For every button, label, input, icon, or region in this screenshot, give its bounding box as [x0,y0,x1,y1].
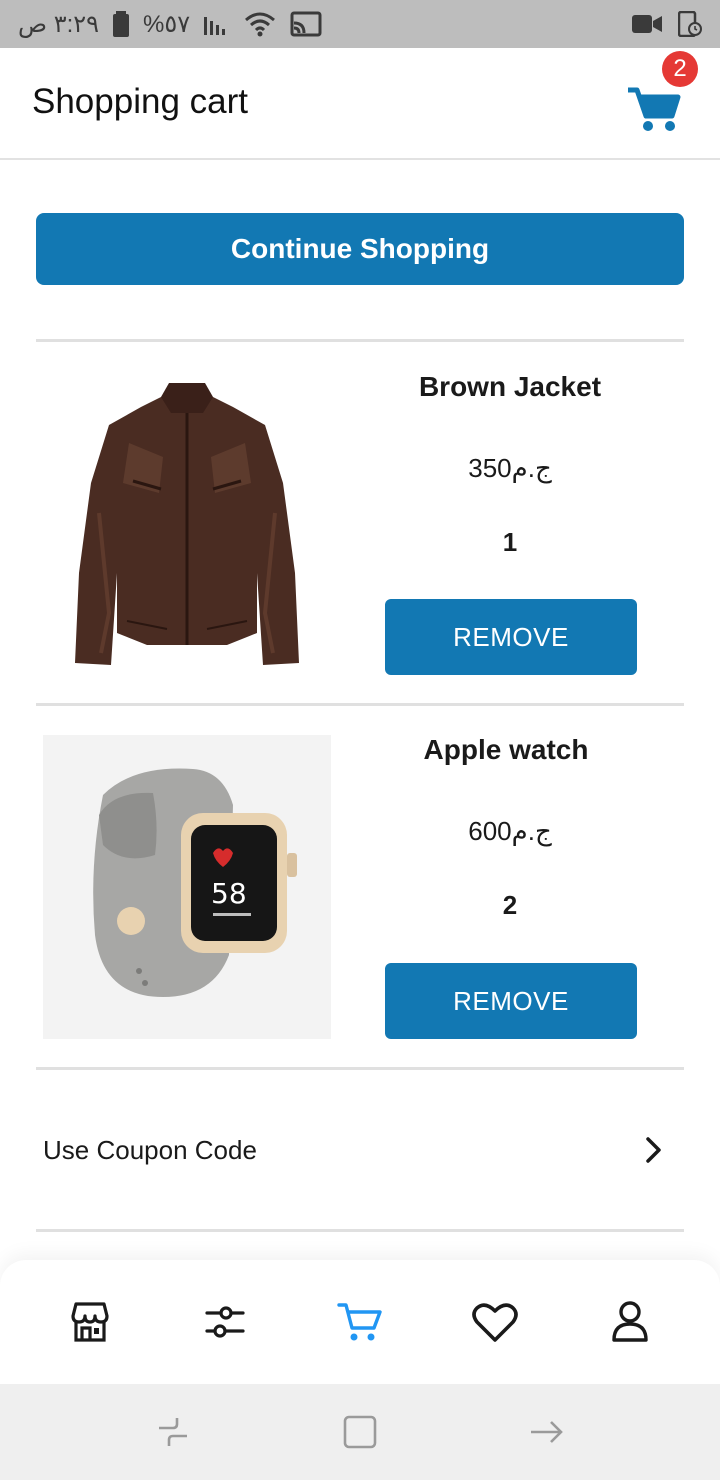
status-bar-right [632,11,702,37]
nav-store[interactable] [54,1286,126,1358]
home-icon [343,1415,377,1449]
page-title: Shopping cart [32,82,248,121]
product-name: Apple watch [423,734,589,765]
home-button[interactable] [330,1402,390,1462]
cart-icon [628,87,681,131]
product-price: 600ج.م [468,816,552,846]
nav-cart[interactable] [324,1286,396,1358]
nav-profile[interactable] [594,1286,666,1358]
remove-button[interactable]: REMOVE [385,599,637,675]
product-quantity: 2 [502,890,518,920]
system-navigation-bar [0,1384,720,1480]
bottom-navigation [0,1260,720,1384]
cart-count-badge: 2 [662,51,698,87]
status-bar-left: ٣:٢٩ ص %٥٧ [18,10,322,39]
chevron-right-icon [640,1136,668,1164]
back-icon [530,1421,563,1443]
battery-icon [113,11,130,37]
store-icon [70,1302,109,1342]
user-icon [612,1301,649,1342]
divider [36,1229,684,1232]
divider [36,339,684,342]
coupon-code-label: Use Coupon Code [43,1135,257,1165]
header-cart-button[interactable] [624,84,684,134]
video-camera-icon [632,13,662,35]
cast-icon [290,11,322,37]
product-image-apple-watch: 58 [43,735,331,1039]
cart-item: Brown Jacket 350ج.م 1 REMOVE [0,343,720,677]
heart-icon [472,1303,518,1342]
coupon-code-row[interactable]: Use Coupon Code [0,1100,720,1200]
battery-percent: %٥٧ [143,10,191,38]
cart-item: 58 Apple watch 600ج.م 2 REMOVE [0,706,720,1039]
status-time: ٣:٢٩ ص [18,10,100,38]
remove-button[interactable]: REMOVE [385,963,637,1039]
filter-sliders-icon [205,1306,245,1338]
status-bar: ٣:٢٩ ص %٥٧ [0,0,720,48]
svg-text:58: 58 [211,877,247,910]
divider [36,1067,684,1070]
screen-recorder-icon [678,11,702,37]
signal-icon [204,13,230,35]
product-quantity: 1 [502,527,518,557]
cart-icon [337,1303,382,1341]
recent-apps-icon [159,1418,188,1446]
app-bar: Shopping cart [0,48,720,160]
product-image-brown-jacket [43,373,331,677]
product-price: 350ج.م [468,453,552,483]
continue-shopping-button[interactable]: Continue Shopping [36,213,684,285]
nav-favorites[interactable] [459,1286,531,1358]
recent-apps-button[interactable] [143,1402,203,1462]
back-button[interactable] [517,1402,577,1462]
wifi-icon [244,11,276,37]
product-name: Brown Jacket [418,371,602,402]
nav-filters[interactable] [189,1286,261,1358]
